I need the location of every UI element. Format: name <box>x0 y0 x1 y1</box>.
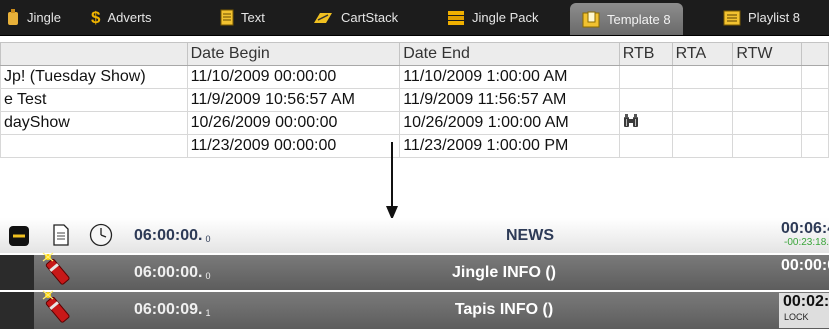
tab-label: Text <box>241 10 265 25</box>
column-header-rtb[interactable]: RTB <box>618 42 673 66</box>
cell-name <box>0 134 188 158</box>
tab-jingle-pack[interactable]: Jingle Pack <box>447 0 538 35</box>
tab-adverts[interactable]: $ Adverts <box>91 0 152 35</box>
log-start-time: 06:00:09. 1 <box>134 301 211 319</box>
tab-bar: Jingle $ Adverts Text CartStack Jingle P… <box>0 0 829 36</box>
cell-filler <box>801 65 829 89</box>
binoculars-icon <box>623 113 639 133</box>
cell-rta <box>671 65 734 89</box>
grid-header-row: Date Begin Date End RTB RTA RTW <box>0 42 829 66</box>
time-main: 06:00:00. <box>134 264 203 281</box>
playlist-icon <box>723 10 741 26</box>
cell-rta <box>671 88 734 112</box>
down-arrow-icon <box>386 142 398 220</box>
firecracker-icon <box>40 251 74 294</box>
cell-date-end: 11/23/2009 1:00:00 PM <box>399 134 620 158</box>
cell-name: e Test <box>0 88 188 112</box>
time-main: 06:00:09. <box>134 301 203 318</box>
dollar-icon: $ <box>91 7 101 27</box>
jingle-pack-icon <box>447 10 465 26</box>
log-start-time: 06:00:00. 0 <box>134 227 211 245</box>
clock-icon <box>89 223 113 252</box>
log-start-time: 06:00:00. 0 <box>134 264 211 282</box>
tab-label: Template 8 <box>607 11 671 27</box>
tab-label: Jingle <box>27 10 61 25</box>
cell-filler <box>801 134 829 158</box>
cell-date-end: 11/9/2009 11:56:57 AM <box>399 88 620 112</box>
cell-rtw <box>732 134 803 158</box>
template-folder-icon <box>582 11 600 28</box>
music-note-icon <box>6 8 20 27</box>
row-gutter <box>0 255 34 290</box>
cell-rtb <box>618 88 673 112</box>
cell-rtb <box>618 111 673 135</box>
tab-text[interactable]: Text <box>220 0 265 35</box>
tab-label: Jingle Pack <box>472 10 539 25</box>
cell-rtw <box>732 111 803 135</box>
table-row[interactable]: 11/23/2009 00:00:00 11/23/2009 1:00:00 P… <box>0 134 829 158</box>
cell-rta <box>671 134 734 158</box>
lock-label: LOCK <box>784 312 809 322</box>
schedule-grid: Date Begin Date End RTB RTA RTW Jp! (Tue… <box>0 42 829 158</box>
column-header-rta[interactable]: RTA <box>671 42 734 66</box>
column-header-name[interactable] <box>0 42 188 66</box>
tab-cartstack[interactable]: CartStack <box>312 0 398 35</box>
tab-template-8[interactable]: Template 8 <box>570 3 683 35</box>
column-header-date-end[interactable]: Date End <box>399 42 620 66</box>
log-row-tapis[interactable]: 06:00:09.1 Tapis INFO () 00:02:0 LOCK <box>0 289 829 332</box>
log-title: NEWS <box>506 227 554 244</box>
table-row[interactable]: Jp! (Tuesday Show) 11/10/2009 00:00:00 1… <box>0 65 829 89</box>
cell-date-begin: 10/26/2009 00:00:00 <box>186 111 401 135</box>
text-doc-icon <box>220 9 234 26</box>
tab-label: Playlist 8 <box>748 10 801 25</box>
cell-date-begin: 11/10/2009 00:00:00 <box>186 65 401 89</box>
cell-filler <box>801 111 829 135</box>
column-header-date-begin[interactable]: Date Begin <box>186 42 401 66</box>
cell-name: Jp! (Tuesday Show) <box>0 65 188 89</box>
tab-label: Adverts <box>107 10 152 25</box>
cell-date-begin: 11/23/2009 00:00:00 <box>186 134 401 158</box>
duration-value: 00:02:0 <box>783 293 829 310</box>
time-fraction: 0 <box>205 271 211 281</box>
cell-name: dayShow <box>0 111 188 135</box>
cell-date-begin: 11/9/2009 10:56:57 AM <box>186 88 401 112</box>
log-row-jingle[interactable]: 06:00:00.0 Jingle INFO () 00:00:0 <box>0 252 829 290</box>
log-title: Tapis INFO () <box>454 301 554 318</box>
cell-date-end: 10/26/2009 1:00:00 AM <box>399 111 620 135</box>
cell-rtw <box>732 65 803 89</box>
cartstack-icon <box>312 11 334 25</box>
cell-rtw <box>732 88 803 112</box>
tab-jingle[interactable]: Jingle <box>6 0 61 35</box>
column-header-filler <box>801 42 829 66</box>
row-gutter <box>0 292 34 329</box>
collapse-minus-icon[interactable] <box>8 225 30 252</box>
column-header-rtw[interactable]: RTW <box>732 42 803 66</box>
cell-rtb <box>618 65 673 89</box>
firecracker-icon <box>40 289 74 332</box>
table-row[interactable]: dayShow 10/26/2009 00:00:00 10/26/2009 1… <box>0 111 829 135</box>
document-icon <box>52 224 70 251</box>
cell-date-end: 11/10/2009 1:00:00 AM <box>399 65 620 89</box>
log-title: Jingle INFO () <box>452 264 556 281</box>
cell-rta <box>671 111 734 135</box>
tab-label: CartStack <box>341 10 399 25</box>
log-row-news[interactable]: 06:00:00.0 NEWS 00:06:4 -00:23:18.6 <box>0 218 829 253</box>
table-row[interactable]: e Test 11/9/2009 10:56:57 AM 11/9/2009 1… <box>0 88 829 112</box>
time-fraction: 0 <box>205 234 211 244</box>
tab-playlist-8[interactable]: Playlist 8 <box>723 0 800 35</box>
time-main: 06:00:00. <box>134 227 203 244</box>
cell-rtb <box>618 134 673 158</box>
cell-filler <box>801 88 829 112</box>
log-duration: 00:06:4 <box>781 220 829 237</box>
time-fraction: 1 <box>205 308 211 318</box>
log-remaining-time: -00:23:18.6 <box>784 237 829 248</box>
log-duration: 00:00:0 <box>781 257 829 274</box>
log-duration: 00:02:0 <box>779 293 829 328</box>
